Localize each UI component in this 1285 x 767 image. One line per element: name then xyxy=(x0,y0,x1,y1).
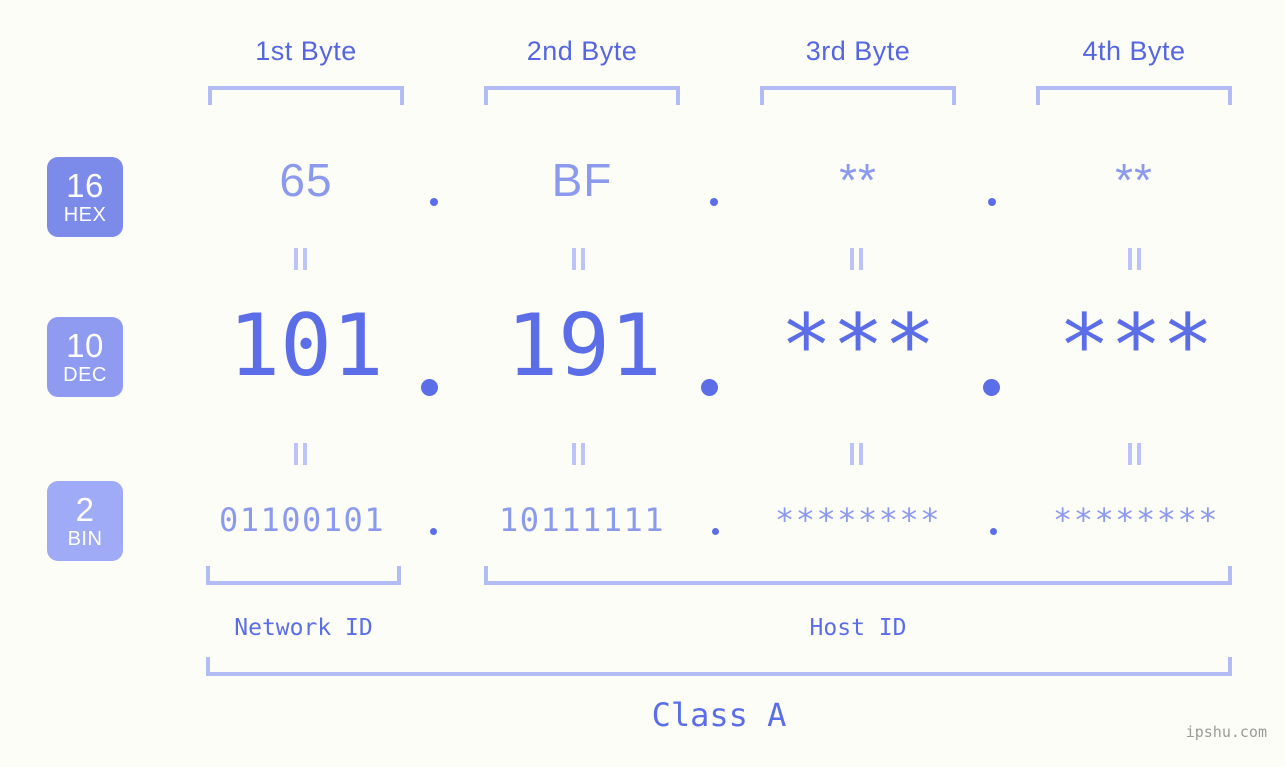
radix-badge-hex-number: 16 xyxy=(66,167,104,204)
class-label: Class A xyxy=(651,696,787,734)
radix-badge-hex: 16 HEX xyxy=(47,157,123,237)
dec-separator-dot-2 xyxy=(701,379,718,396)
byte-header-1: 1st Byte xyxy=(255,36,357,66)
radix-badge-dec-system: DEC xyxy=(63,364,107,386)
network-id-bracket xyxy=(206,566,401,585)
dec-byte-3: *** xyxy=(780,296,936,396)
host-id-bracket xyxy=(484,566,1232,585)
radix-badge-bin: 2 BIN xyxy=(47,481,123,561)
hex-byte-3: ** xyxy=(839,154,877,206)
watermark: ipshu.com xyxy=(1185,723,1267,741)
bin-byte-3: ******** xyxy=(774,501,942,539)
byte-bracket-4 xyxy=(1036,86,1232,105)
bin-byte-2: 10111111 xyxy=(498,501,666,539)
class-bracket xyxy=(206,657,1232,676)
hex-byte-4: ** xyxy=(1115,154,1153,206)
byte-header-2: 2nd Byte xyxy=(526,36,638,66)
ip-address-breakdown-diagram: 1st Byte 2nd Byte 3rd Byte 4th Byte 16 H… xyxy=(0,0,1285,767)
radix-badge-dec-number: 10 xyxy=(66,327,104,364)
hex-byte-2: BF xyxy=(551,154,613,206)
equality-mark-dec-bin-2 xyxy=(572,443,585,465)
hex-byte-1: 65 xyxy=(279,154,333,206)
byte-header-3: 3rd Byte xyxy=(805,36,911,66)
host-id-label: Host ID xyxy=(809,615,907,641)
radix-badge-hex-system: HEX xyxy=(63,204,107,226)
radix-badge-bin-number: 2 xyxy=(75,491,95,528)
byte-bracket-3 xyxy=(760,86,956,105)
equality-mark-dec-bin-4 xyxy=(1128,443,1141,465)
byte-header-4: 4th Byte xyxy=(1082,36,1186,66)
bin-separator-dot-1 xyxy=(430,528,437,535)
equality-mark-hex-dec-2 xyxy=(572,248,585,270)
hex-separator-dot-3 xyxy=(988,198,996,206)
byte-bracket-1 xyxy=(208,86,404,105)
dec-byte-2: 191 xyxy=(506,296,662,396)
byte-bracket-2 xyxy=(484,86,680,105)
dec-byte-1: 101 xyxy=(228,296,384,396)
equality-mark-dec-bin-1 xyxy=(294,443,307,465)
bin-byte-1: 01100101 xyxy=(218,501,386,539)
network-id-label: Network ID xyxy=(234,615,373,641)
dec-byte-4: *** xyxy=(1058,296,1214,396)
hex-separator-dot-1 xyxy=(430,198,438,206)
radix-badge-dec: 10 DEC xyxy=(47,317,123,397)
bin-separator-dot-3 xyxy=(990,528,997,535)
equality-mark-hex-dec-1 xyxy=(294,248,307,270)
equality-mark-dec-bin-3 xyxy=(850,443,863,465)
equality-mark-hex-dec-3 xyxy=(850,248,863,270)
dec-separator-dot-3 xyxy=(983,379,1000,396)
equality-mark-hex-dec-4 xyxy=(1128,248,1141,270)
hex-separator-dot-2 xyxy=(710,198,718,206)
radix-badge-bin-system: BIN xyxy=(67,528,103,550)
bin-separator-dot-2 xyxy=(712,528,719,535)
dec-separator-dot-1 xyxy=(421,379,438,396)
bin-byte-4: ******** xyxy=(1052,501,1220,539)
